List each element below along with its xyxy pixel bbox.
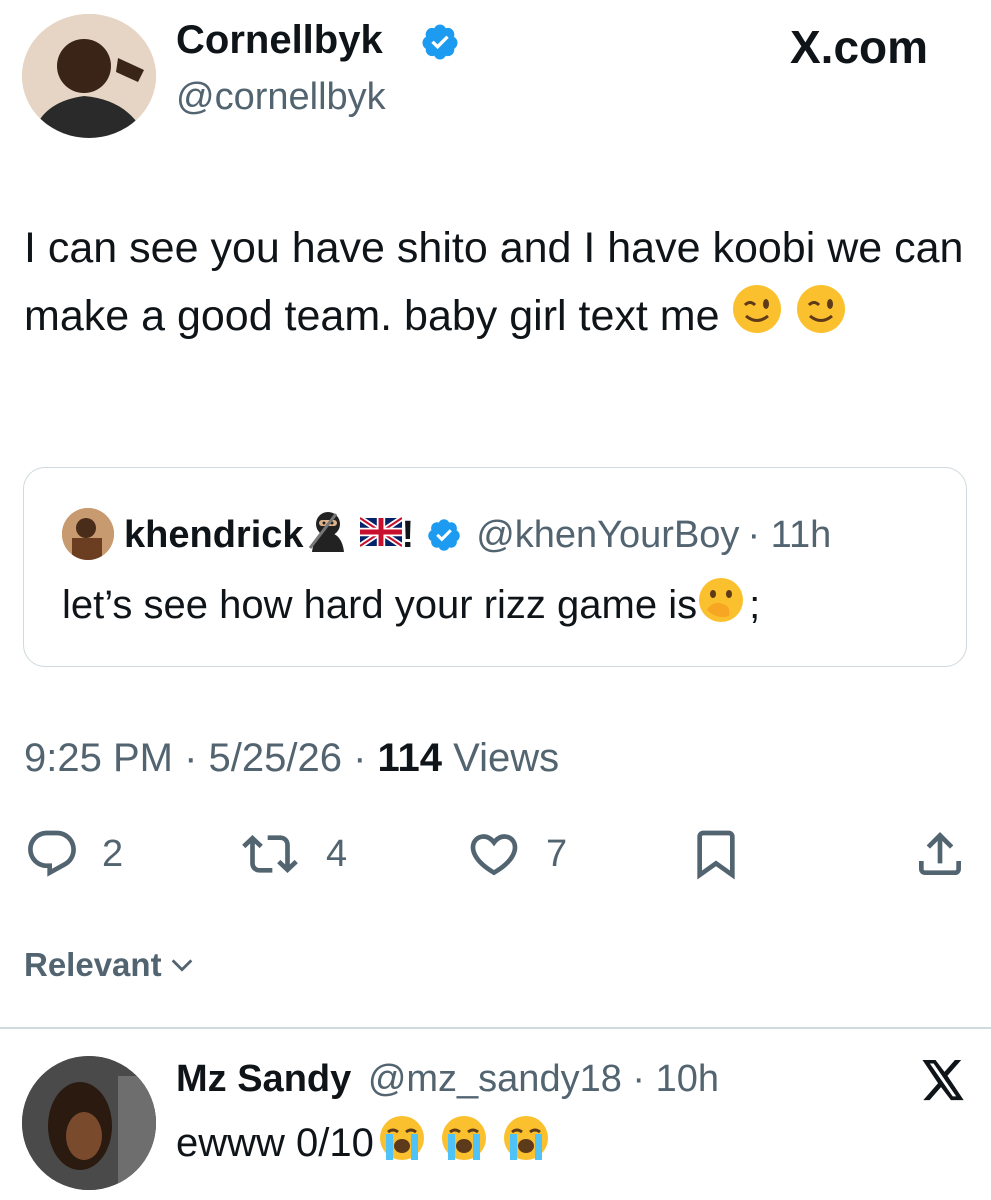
chevron-down-icon [168, 951, 196, 979]
views-label: Views [442, 736, 560, 780]
divider [0, 1027, 991, 1029]
x-logo-icon [920, 1060, 966, 1102]
quoted-author-name[interactable]: khendrick [124, 514, 304, 557]
quoted-author-handle[interactable]: @khenYourBoy [476, 514, 739, 557]
reply-author-handle[interactable]: @mz_sandy18 [368, 1058, 622, 1100]
verified-badge-icon [420, 22, 460, 62]
loudly-crying-face-emoji [440, 1114, 488, 1172]
reply-time[interactable]: · 10h [632, 1058, 719, 1100]
share-icon [919, 832, 961, 875]
sort-label: Relevant [24, 946, 162, 983]
author-avatar[interactable] [22, 14, 156, 138]
like-icon [466, 826, 522, 882]
repost-icon [242, 826, 298, 882]
source-label: X.com [790, 20, 928, 74]
reply-sort-selector[interactable]: Relevant [24, 946, 196, 984]
author-name[interactable]: Cornellbyk [176, 18, 383, 63]
quoted-author-avatar[interactable] [62, 508, 114, 560]
reply-text: ewww 0/10 [176, 1114, 550, 1172]
like-count: 7 [546, 832, 568, 875]
reply-author-avatar[interactable] [22, 1056, 156, 1190]
quoted-text-suffix: ; [749, 582, 761, 627]
loudly-crying-face-emoji [502, 1114, 550, 1172]
reply-button[interactable]: 2 [24, 826, 123, 882]
tweet-text: I can see you have shito and I have koob… [24, 214, 964, 355]
quoted-text: let’s see how hard your rizz game is ; [62, 576, 760, 634]
reply-text-content: ewww 0/10 [176, 1120, 374, 1165]
views-count: 114 [377, 736, 443, 780]
reply-count: 2 [102, 832, 124, 875]
winking-face-emoji [731, 283, 783, 355]
hand-over-mouth-emoji [697, 576, 745, 634]
verified-badge-icon [426, 517, 462, 553]
repost-count: 4 [326, 832, 348, 875]
like-button[interactable]: 7 [466, 826, 567, 882]
loudly-crying-face-emoji [378, 1114, 426, 1172]
quoted-tweet-card[interactable] [23, 467, 967, 667]
bookmark-button[interactable] [688, 826, 744, 882]
share-button[interactable] [912, 826, 968, 882]
quoted-text-content: let’s see how hard your rizz game is [62, 582, 698, 627]
tweet-timestamp[interactable]: 9:25 PM · 5/25/26 · [24, 736, 378, 780]
reply-icon [24, 826, 80, 882]
x-logo-icon: X.com [790, 21, 929, 73]
bookmark-icon [697, 830, 735, 880]
winking-face-emoji [795, 283, 847, 355]
ninja-emoji [306, 508, 350, 562]
repost-button[interactable]: 4 [242, 826, 347, 882]
reply-author-name[interactable]: Mz Sandy [176, 1058, 351, 1100]
quoted-time[interactable]: · 11h [747, 514, 831, 557]
uk-flag-emoji [357, 514, 404, 557]
quoted-header: khendrick ! @khenYourBoy · 11h [124, 508, 831, 562]
quoted-name-suffix: ! [401, 513, 415, 556]
author-handle[interactable]: @cornellbyk [176, 76, 386, 119]
tweet-meta: 9:25 PM · 5/25/26 · 114 Views [24, 736, 559, 781]
reply-header: Mz Sandy @mz_sandy18 · 10h [176, 1058, 719, 1101]
